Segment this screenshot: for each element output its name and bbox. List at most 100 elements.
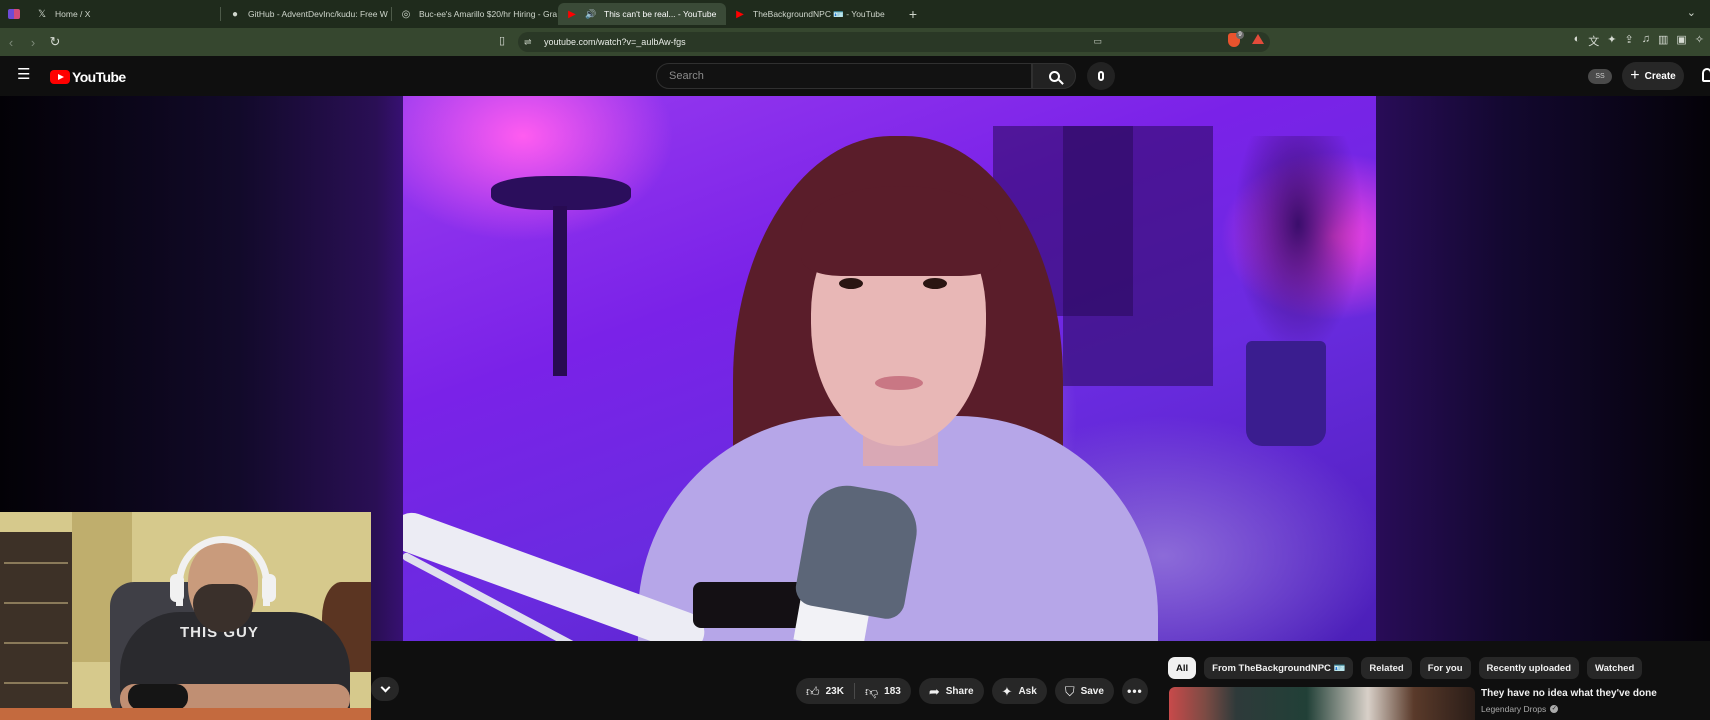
- voice-search-button[interactable]: [1087, 62, 1115, 90]
- youtube-header: ☰ YouTube SS + Create: [0, 56, 1710, 96]
- more-horizontal-icon: •••: [1127, 684, 1143, 698]
- dislike-count: 183: [884, 685, 901, 697]
- like-button[interactable]: 👍︎ 23K: [796, 678, 854, 704]
- youtube-icon: ▶: [568, 8, 576, 20]
- headset-earcup: [170, 574, 184, 602]
- save-button[interactable]: ⛉ Save: [1054, 678, 1114, 704]
- globe-icon: ◎: [401, 8, 411, 20]
- mic-mount: [693, 582, 808, 628]
- speaker-icon[interactable]: 🔊: [585, 8, 597, 20]
- brave-rewards-icon[interactable]: [1252, 34, 1264, 44]
- tab-title: This can't be real... - YouTube: [604, 9, 717, 19]
- stool-leg: [553, 206, 567, 376]
- leo-ai-icon[interactable]: ✧: [1695, 33, 1704, 49]
- back-button[interactable]: ‹: [0, 35, 22, 50]
- github-icon: ●: [231, 8, 239, 20]
- headset-icon: [176, 536, 270, 606]
- sidebar-icon[interactable]: ▥: [1658, 33, 1668, 49]
- tab-twitter[interactable]: 𝕏 Home / X: [28, 3, 220, 25]
- url-text[interactable]: youtube.com/watch?v=_aulbAw-fgs: [544, 37, 686, 47]
- youtube-play-icon: [50, 70, 70, 84]
- tab-bucees[interactable]: ◎ Buc-ee's Amarillo $20/hr Hiring - Gra: [392, 3, 558, 25]
- menu-icon[interactable]: ☰: [17, 67, 31, 82]
- search-icon: [1048, 70, 1060, 82]
- more-actions-button[interactable]: •••: [1121, 678, 1148, 704]
- wallet-icon[interactable]: ▣: [1676, 33, 1686, 49]
- url-bar[interactable]: ⇌ youtube.com/watch?v=_aulbAw-fgs ▭: [518, 32, 1270, 52]
- chevron-down-icon: [380, 682, 390, 692]
- game-controller-icon: [128, 684, 188, 710]
- stool: [491, 176, 631, 210]
- verified-check-icon: ✓: [1550, 705, 1559, 713]
- bookmark-icon[interactable]: ▯: [494, 34, 510, 50]
- create-button[interactable]: + Create: [1622, 62, 1684, 90]
- video-actions: 👍︎ 23K 👎︎ 183 ➦ Share ✦ Ask ⛉ Save •••: [796, 678, 1148, 704]
- plant-pot: [1246, 341, 1326, 446]
- thumbs-up-icon: 👍︎: [806, 683, 820, 699]
- presenter-eye: [923, 278, 947, 289]
- notifications-bell-icon[interactable]: [1702, 68, 1710, 82]
- chip-watched[interactable]: Watched: [1587, 657, 1643, 679]
- new-tab-button[interactable]: +: [900, 6, 926, 22]
- tab-groups-icon[interactable]: [0, 0, 28, 28]
- dislike-button[interactable]: 👎︎ 183: [855, 678, 911, 704]
- tab-youtube-video[interactable]: ▶ 🔊 This can't be real... - YouTube ✕: [558, 3, 726, 25]
- youtube-wordmark: YouTube: [72, 69, 126, 85]
- thumbs-down-icon: 👎︎: [864, 683, 879, 699]
- recommended-video-thumbnail[interactable]: [1169, 687, 1475, 720]
- account-badge[interactable]: SS: [1588, 69, 1612, 84]
- search-input[interactable]: [657, 64, 1031, 88]
- youtube-icon: ▶: [736, 8, 744, 20]
- site-info-icon[interactable]: ⇌: [524, 37, 540, 48]
- tab-title: TheBackgroundNPC 🪪 - YouTube: [753, 8, 885, 19]
- collapse-button[interactable]: [371, 677, 399, 701]
- search-button[interactable]: [1032, 63, 1076, 89]
- tab-title: Home / X: [55, 9, 91, 19]
- webcam-bookshelf: [0, 532, 72, 720]
- ask-label: Ask: [1018, 685, 1037, 697]
- extension-toolbar: ◐ 文 ✦ ⇪ ♫ ▥ ▣ ✧: [1574, 33, 1704, 49]
- chip-recently-uploaded[interactable]: Recently uploaded: [1478, 657, 1580, 679]
- like-count: 23K: [825, 685, 844, 697]
- background-shelf: [1063, 126, 1213, 386]
- forward-button[interactable]: ›: [22, 35, 44, 50]
- webcam-overlay: THIS GUY: [0, 512, 371, 720]
- like-dislike-group: 👍︎ 23K 👎︎ 183: [796, 678, 911, 704]
- tab-search-chevron-icon[interactable]: ⌄: [1687, 6, 1696, 19]
- translate-icon[interactable]: 文: [1588, 33, 1599, 49]
- chip-from-channel[interactable]: From TheBackgroundNPC 🪪: [1204, 657, 1354, 679]
- video-player[interactable]: [403, 96, 1376, 641]
- tab-github[interactable]: ● GitHub - AdventDevInc/kudu: Free W: [221, 3, 391, 25]
- shields-count-badge: 9: [1236, 31, 1244, 39]
- presenter-lips: [875, 376, 923, 390]
- recommended-video-channel[interactable]: Legendary Drops ✓: [1481, 704, 1559, 714]
- youtube-logo[interactable]: YouTube: [50, 69, 126, 85]
- extensions-puzzle-icon[interactable]: ✦: [1607, 33, 1616, 49]
- chip-all[interactable]: All: [1168, 657, 1197, 679]
- extension-icon[interactable]: ◐: [1574, 33, 1581, 49]
- tab-title: Buc-ee's Amarillo $20/hr Hiring - Gra: [419, 9, 558, 19]
- share-button[interactable]: ➦ Share: [918, 678, 984, 704]
- headset-earcup: [262, 574, 276, 602]
- save-label: Save: [1080, 685, 1104, 697]
- cast-icon[interactable]: ▭: [1093, 36, 1102, 47]
- webcam-desk: [0, 708, 371, 720]
- share-arrow-icon: ➦: [928, 683, 940, 699]
- plant: [1233, 136, 1363, 356]
- presenter-eye: [839, 278, 863, 289]
- x-logo-icon: 𝕏: [37, 8, 47, 20]
- recommended-video-title[interactable]: They have no idea what they've done: [1481, 688, 1657, 699]
- media-icon[interactable]: ♫: [1642, 33, 1650, 49]
- reload-button[interactable]: ↻: [44, 34, 66, 50]
- sparkle-icon: ✦: [1001, 683, 1013, 699]
- share-label: Share: [945, 685, 974, 697]
- search-box: [656, 63, 1032, 89]
- chip-for-you[interactable]: For you: [1419, 657, 1471, 679]
- chip-related[interactable]: Related: [1361, 657, 1412, 679]
- share-icon[interactable]: ⇪: [1625, 33, 1634, 49]
- ask-button[interactable]: ✦ Ask: [991, 678, 1047, 704]
- address-toolbar: ‹ › ↻ ▯ ⇌ youtube.com/watch?v=_aulbAw-fg…: [0, 28, 1710, 56]
- plus-icon: +: [1630, 67, 1640, 84]
- tab-youtube-channel[interactable]: ▶ TheBackgroundNPC 🪪 - YouTube: [726, 3, 900, 25]
- channel-name: Legendary Drops: [1481, 704, 1547, 714]
